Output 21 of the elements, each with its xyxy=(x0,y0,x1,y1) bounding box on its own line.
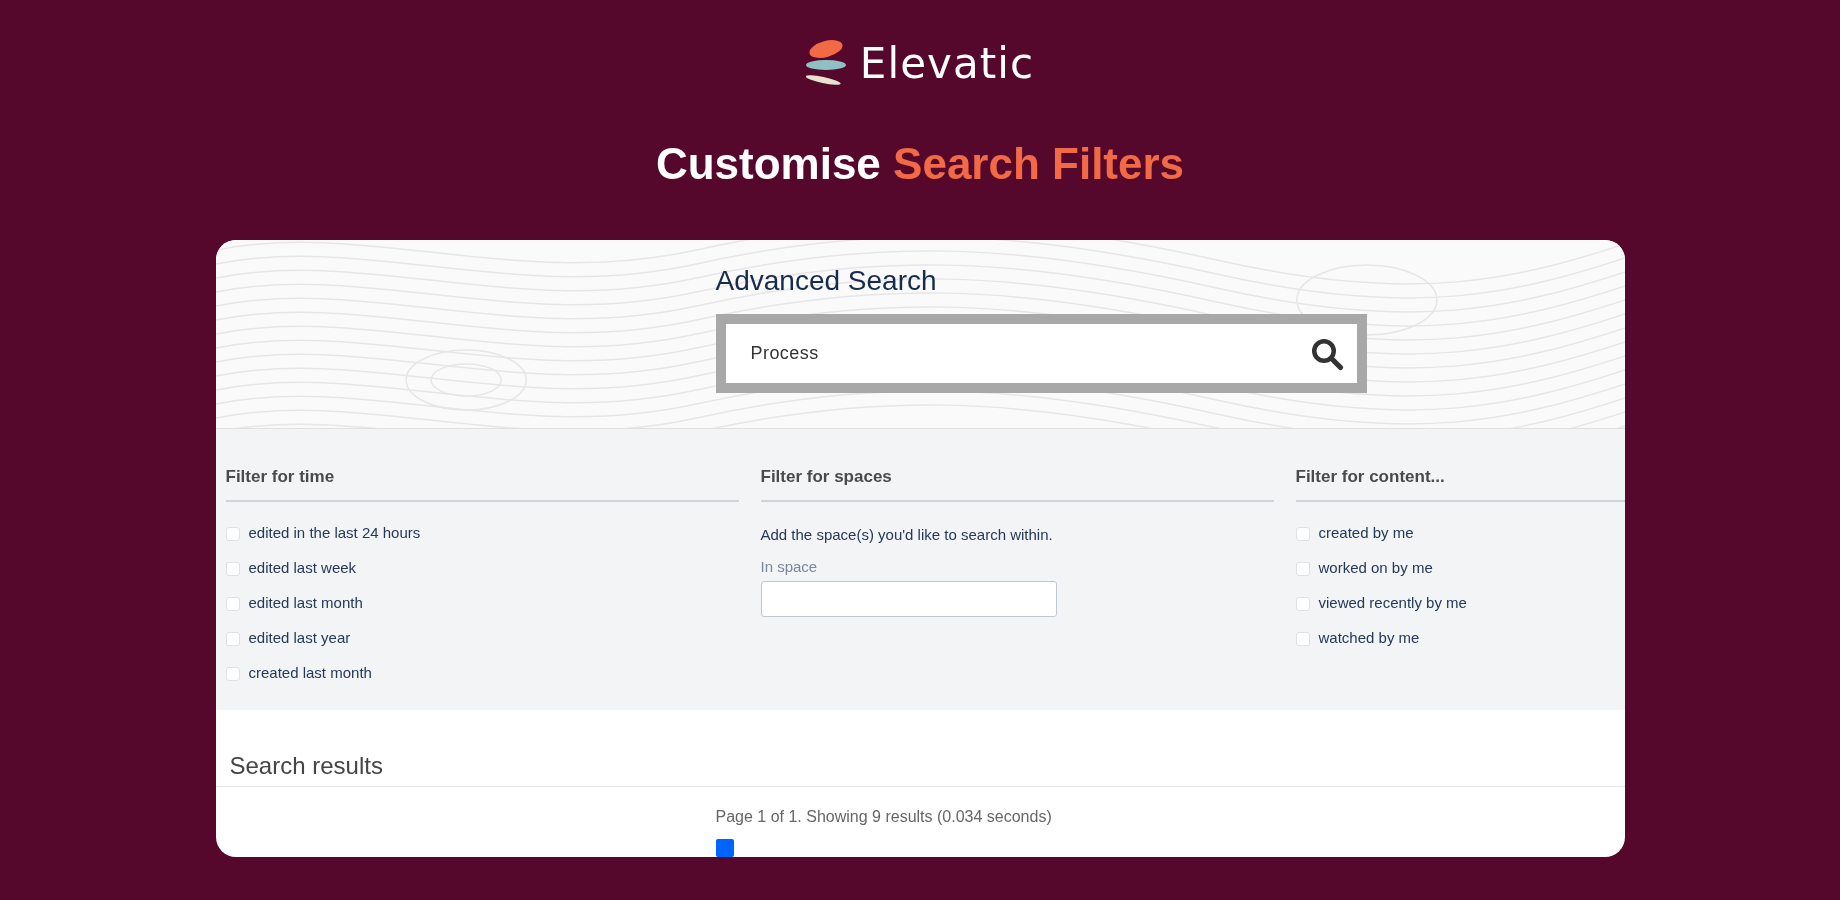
checkbox-label: edited in the last 24 hours xyxy=(248,523,421,544)
checkbox-label: created by me xyxy=(1318,523,1414,544)
results-summary: Page 1 of 1. Showing 9 results (0.034 seconds) xyxy=(714,807,1053,827)
field-label: In space xyxy=(760,557,819,577)
checkbox-label: edited last month xyxy=(248,593,363,614)
headline: Customise Search Filters xyxy=(655,138,1185,190)
search-value: Process xyxy=(750,342,820,365)
brand-name: Elevatic xyxy=(859,38,1035,90)
checkbox-label: created last month xyxy=(248,663,372,684)
checkbox-label: watched by me xyxy=(1318,628,1420,649)
search-field[interactable]: Process xyxy=(715,314,1367,393)
filter-heading: Filter for time xyxy=(225,464,739,502)
hint-text: Add the space(s) you'd like to search within. xyxy=(760,524,1054,545)
filter-heading: Filter for spaces xyxy=(760,464,1274,502)
page-title: Advanced Search xyxy=(715,264,938,298)
checkbox-label: viewed recently by me xyxy=(1318,593,1467,614)
checkbox-label: edited last week xyxy=(248,558,357,579)
results-heading: Search results xyxy=(215,748,1625,787)
checkbox-label: edited last year xyxy=(248,628,351,649)
filter-heading: Filter for content... xyxy=(1295,464,1625,502)
checkbox-label: worked on by me xyxy=(1318,558,1433,579)
